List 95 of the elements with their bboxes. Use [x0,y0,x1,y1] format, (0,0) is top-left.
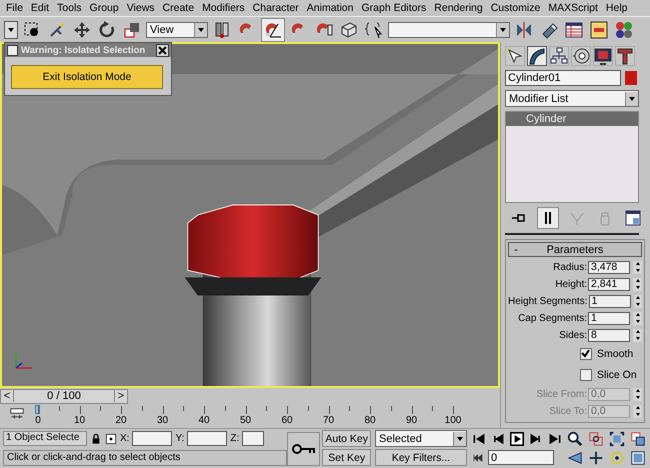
angle-snap-icon[interactable] [261,18,285,42]
parameter-field[interactable]: 1 [588,294,630,308]
key-filters-button[interactable]: Key Filters... [375,449,467,466]
parameter-label: Slice From: [536,388,587,400]
display-tab[interactable] [593,46,613,66]
parameter-label: Slice To: [549,406,587,416]
menu-item[interactable]: Character [248,2,303,14]
parameter-label: Radius: [553,262,587,272]
modify-tab[interactable] [527,46,547,66]
previous-arrow: < [2,390,12,402]
checkbox-label: Smooth [597,348,634,360]
modifier-list-dropdown[interactable]: Modifier List [505,90,639,107]
object-color-swatch[interactable] [625,71,637,85]
frame-number: 60 [281,415,293,427]
spinner-arrows-icon[interactable] [633,404,642,418]
time-slider-thumb[interactable]: < 0 / 100 > [0,388,128,404]
frame-number: 40 [198,415,210,427]
parameter-field[interactable]: 1 [588,312,630,324]
rollout-header[interactable]: - Parameters [508,242,642,257]
spinner-arrows-icon[interactable] [633,260,642,274]
go-to-end-icon[interactable] [547,432,563,446]
hierarchy-tab[interactable] [549,46,569,66]
frame-counter: 0 / 100 [13,390,115,402]
frame-number: 0 [35,415,41,427]
parameter-label: Height Segments: [508,296,588,306]
spinner-arrows-icon[interactable] [634,294,642,308]
menu-item[interactable]: MAXScript [544,2,602,14]
exit-isolation-button[interactable]: Exit Isolation Mode [11,65,163,89]
frame-number: 100 [444,415,462,427]
configure-sets-icon[interactable] [623,208,643,228]
z-coordinate-field[interactable] [242,431,264,446]
frame-number: 30 [156,415,168,427]
zoom-icon[interactable] [567,431,585,448]
checkbox[interactable] [580,348,592,360]
menu-item[interactable]: Tools [53,2,86,14]
frame-number: 20 [115,415,127,427]
next-arrow: > [116,390,126,402]
x-coordinate-field[interactable] [132,431,172,446]
track-bar[interactable]: 0 10 20 30 40 50 60 70 80 90 100 [34,404,464,428]
menu-item[interactable]: Customize [486,2,544,14]
frame-number: 70 [322,415,334,427]
dialog-title: Warning: Isolated Selection [21,44,146,56]
key-icon [292,443,316,455]
menu-item[interactable]: Animation [302,2,358,14]
checkbox-label: Slice On [597,369,637,381]
menu-item[interactable]: Modifiers [198,2,249,14]
checkbox[interactable] [580,369,592,381]
go-to-start-icon[interactable] [471,432,487,446]
lock-icon[interactable] [90,432,102,444]
spinner-arrows-icon[interactable] [633,278,642,290]
menu-item[interactable]: Rendering [430,2,487,14]
selection-filter-dropdown[interactable] [4,20,18,38]
parameter-label: Cap Segments: [518,312,587,324]
spinner-arrows-icon[interactable] [633,388,642,400]
create-tab[interactable] [505,46,525,66]
stack-item[interactable]: Cylinder [506,112,638,126]
play-icon[interactable] [509,432,525,446]
spinner-arrows-icon[interactable] [633,312,642,324]
menu-item[interactable]: File [2,2,27,14]
y-coordinate-field[interactable] [187,431,228,446]
key-button[interactable] [287,432,320,466]
motion-tab[interactable] [571,46,591,66]
parameter-field[interactable]: 3,478 [588,260,630,274]
reference-coordinate-dropdown[interactable]: View [146,22,208,38]
coordinate-label: X: [120,433,130,444]
coordinate-label: Z: [230,433,240,444]
coordinate-label: Y: [175,433,184,444]
menu-item[interactable]: Group [86,2,123,14]
menu-item[interactable]: Edit [26,2,54,14]
named-selection-dropdown[interactable] [388,22,510,38]
menu-item[interactable]: Views [122,2,159,14]
parameter-label: Height: [555,278,587,290]
parameter-field[interactable]: 8 [588,328,630,342]
key-mode-dropdown[interactable]: Selected [375,430,467,447]
frame-number: 50 [240,415,252,427]
show-end-result-icon[interactable] [537,207,559,229]
frame-number: 80 [364,415,376,427]
parameter-field[interactable]: 2,841 [588,278,630,290]
object-name-field[interactable]: Cylinder01 [505,70,621,86]
menu-item[interactable]: Help [602,2,632,14]
parameter-label: Sides: [559,330,587,340]
close-icon[interactable] [156,44,169,56]
selection-status: 1 Object Selecte [3,431,87,446]
utilities-tab[interactable] [615,46,635,66]
frame-number: 90 [406,415,418,427]
viewport[interactable]: Warning: Isolated Selection Exit Isolation Mode [0,42,500,388]
absolute-mode-icon[interactable] [105,432,117,444]
menu-item[interactable]: Create [158,2,198,14]
auto-key-button[interactable]: Auto Key [322,430,371,447]
frame-number: 10 [74,415,86,427]
spinner-arrows-icon[interactable] [633,328,642,342]
current-frame-field[interactable]: 0 [488,450,554,465]
zoom-extents-icon[interactable] [609,431,627,448]
menu-item[interactable]: Graph Editors [357,2,430,14]
set-key-button[interactable]: Set Key [322,449,371,466]
